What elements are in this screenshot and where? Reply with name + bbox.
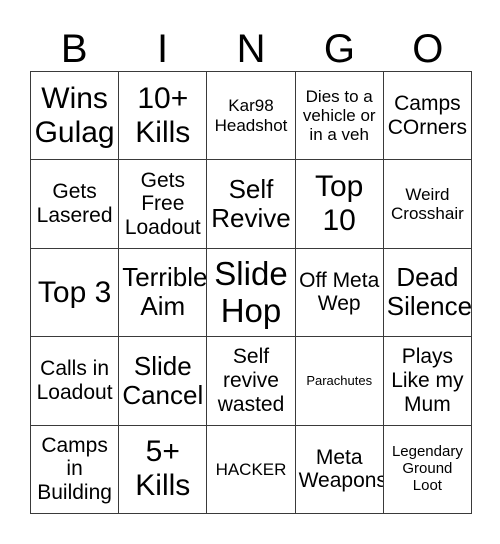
bingo-cell[interactable]: Camps in Building: [31, 425, 120, 514]
bingo-header-letter-i: I: [157, 27, 169, 71]
bingo-cell[interactable]: Camps COrners: [383, 72, 472, 161]
bingo-cell[interactable]: Dies to a vehicle or in a veh: [295, 72, 384, 161]
bingo-cell-label: Gets Lasered: [36, 180, 113, 228]
bingo-cell[interactable]: 5+ Kills: [119, 425, 208, 514]
bingo-header-letter-b: B: [60, 27, 88, 71]
bingo-cell-label: Terrible Aim: [122, 262, 208, 322]
bingo-cell[interactable]: Weird Crosshair: [383, 160, 472, 249]
bingo-cell-label: Wins Gulag: [34, 81, 115, 149]
bingo-cell[interactable]: Slide Hop: [207, 248, 296, 338]
bingo-cell-label: Top 3: [37, 275, 112, 309]
bingo-cell[interactable]: Wins Gulag: [31, 72, 120, 161]
bingo-cell[interactable]: Top 3: [31, 248, 120, 338]
bingo-header-letter-g: G: [323, 27, 355, 71]
bingo-cell-label: Self revive wasted: [217, 345, 285, 416]
bingo-cell[interactable]: Dead Silence: [383, 248, 472, 338]
bingo-cell-label: Calls in Loadout: [36, 357, 113, 404]
bingo-cell[interactable]: Parachutes: [295, 337, 384, 426]
bingo-cell-label: Gets Free Loadout: [124, 168, 201, 239]
bingo-cell-label: Parachutes: [306, 372, 373, 388]
bingo-header-letter-n: N: [236, 27, 266, 71]
bingo-cell[interactable]: Slide Cancel: [119, 337, 208, 426]
bingo-cell-label: Self Revive: [211, 173, 291, 234]
bingo-cell-label: Slide Cancel: [122, 350, 204, 410]
bingo-cell-label: Off Meta Wep: [299, 268, 380, 316]
bingo-cell[interactable]: Self revive wasted: [207, 337, 296, 426]
bingo-cell[interactable]: Calls in Loadout: [31, 337, 120, 426]
bingo-cell[interactable]: Gets Lasered: [31, 160, 120, 249]
bingo-cell[interactable]: 10+ Kills: [119, 72, 208, 161]
bingo-cell[interactable]: Legendary Ground Loot: [383, 425, 472, 514]
bingo-cell[interactable]: Meta Weapons: [295, 425, 384, 514]
bingo-card: B I N G O Wins Gulag 10+ Kills Kar98 Hea…: [0, 0, 500, 544]
bingo-cell-label: Camps in Building: [37, 433, 112, 505]
bingo-cell[interactable]: Off Meta Wep: [295, 248, 384, 338]
bingo-cell-label: HACKER: [215, 459, 287, 479]
bingo-cell[interactable]: Top 10: [295, 160, 384, 249]
bingo-cell-label: Dead Silence: [386, 262, 472, 322]
bingo-cell-label: Legendary Ground Loot: [391, 442, 463, 494]
bingo-cell[interactable]: Plays Like my Mum: [383, 337, 472, 426]
bingo-cell-label: Top 10: [315, 170, 364, 238]
bingo-cell-label: 5+ Kills: [135, 435, 191, 503]
bingo-cell[interactable]: Gets Free Loadout: [119, 160, 208, 249]
bingo-grid: Wins Gulag 10+ Kills Kar98 Headshot Dies…: [30, 71, 472, 514]
bingo-cell-label: Camps COrners: [387, 91, 468, 139]
bingo-cell-label: Plays Like my Mum: [391, 345, 464, 416]
bingo-cell-label: Kar98 Headshot: [214, 96, 288, 135]
bingo-cell-label: Meta Weapons: [298, 445, 384, 493]
bingo-header-letter-o: O: [412, 27, 444, 71]
bingo-cell-label: 10+ Kills: [135, 81, 191, 149]
bingo-cell-label: Weird Crosshair: [391, 184, 464, 224]
bingo-cell[interactable]: HACKER: [207, 425, 296, 514]
bingo-cell[interactable]: Terrible Aim: [119, 248, 208, 338]
bingo-cell[interactable]: Self Revive: [207, 160, 296, 249]
bingo-header-row: B I N G O: [30, 8, 472, 71]
bingo-cell[interactable]: Kar98 Headshot: [207, 72, 296, 161]
bingo-cell-label: Dies to a vehicle or in a veh: [302, 86, 376, 145]
bingo-cell-label: Slide Hop: [214, 255, 288, 330]
